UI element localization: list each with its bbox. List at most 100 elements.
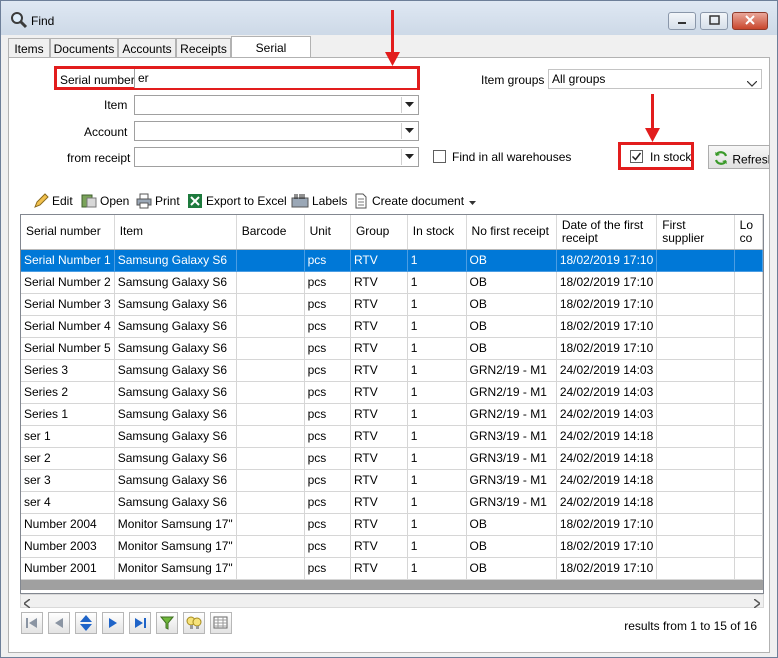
item-groups-select[interactable]: All groups [548,69,762,89]
document-icon [355,193,367,209]
table-cell: 18/02/2019 17:10 [556,557,658,580]
column-header[interactable]: In stock [407,215,467,250]
excel-icon [188,194,202,208]
filter-button[interactable] [156,612,178,634]
scroll-right-icon[interactable] [753,597,762,611]
table-cell: 1 [407,337,467,360]
edit-button[interactable]: Edit [33,192,73,210]
previous-record-button[interactable] [48,612,70,634]
table-row[interactable]: Number 2003 Monitor Samsung 17" pcs RTV 1 OB 1… [21,535,763,558]
column-header[interactable]: Barcode [236,215,305,250]
column-settings-button[interactable] [210,612,232,634]
column-header[interactable]: Lo co [734,215,763,250]
options-button[interactable] [183,612,205,634]
move-records-button[interactable] [75,612,97,634]
column-header[interactable]: Date of the first receipt [556,215,658,250]
table-cell: ser 2 [21,447,115,470]
table-cell [734,315,763,338]
chevron-down-icon[interactable] [401,123,417,139]
table-row[interactable]: Serial Number 2 Samsung Galaxy S6 pcs RTV 1 O… [21,271,763,294]
table-row[interactable]: ser 2 Samsung Galaxy S6 pcs RTV 1 GRN3/19 - M… [21,447,763,470]
table-row[interactable]: Serial Number 3 Samsung Galaxy S6 pcs RTV 1 O… [21,293,763,316]
table-row[interactable]: Series 1 Samsung Galaxy S6 pcs RTV 1 GRN2/19 … [21,403,763,426]
table-cell: OB [466,315,557,338]
table-cell [734,469,763,492]
table-cell: Monitor Samsung 17" [114,513,237,536]
table-cell: 1 [407,425,467,448]
column-header[interactable]: No first receipt [466,215,557,250]
table-cell [734,447,763,470]
table-cell [734,271,763,294]
table-row[interactable]: ser 1 Samsung Galaxy S6 pcs RTV 1 GRN3/19 - M… [21,425,763,448]
export-excel-button[interactable]: Export to Excel [187,192,287,210]
table-cell: RTV [350,425,408,448]
horizontal-scrollbar[interactable] [20,594,764,611]
tab-documents[interactable]: Documents [50,38,118,57]
table-cell: RTV [350,359,408,382]
tab-accounts[interactable]: Accounts [118,38,176,57]
table-cell: 24/02/2019 14:18 [556,491,658,514]
table-cell: Samsung Galaxy S6 [114,359,237,382]
first-record-button[interactable] [21,612,43,634]
column-header[interactable]: Unit [304,215,351,250]
receipt-combobox[interactable] [134,147,419,167]
table-row[interactable]: Serial Number 1 Samsung Galaxy S6 pcs RTV 1 O… [21,249,763,272]
minimize-icon [677,14,687,28]
tab-receipts[interactable]: Receipts [176,38,231,57]
barcode-printer-icon [291,194,309,208]
empty-cell [466,579,557,590]
print-button[interactable]: Print [136,192,180,210]
column-header[interactable]: Item [114,215,237,250]
table-cell: RTV [350,535,408,558]
serial-number-input[interactable]: er [134,69,417,88]
minimize-button[interactable] [668,12,696,30]
table-cell [236,315,305,338]
labels-button[interactable]: Labels [291,192,347,210]
table-cell: Monitor Samsung 17" [114,535,237,558]
in-stock-checkbox[interactable] [630,150,643,163]
find-all-warehouses-checkbox[interactable] [433,150,446,163]
open-button[interactable]: Open [81,192,129,210]
find-window: Find Items Documents Accounts Receipts S… [0,0,778,658]
table-cell: pcs [304,315,351,338]
table-row[interactable]: ser 3 Samsung Galaxy S6 pcs RTV 1 GRN3/19 - M… [21,469,763,492]
results-grid[interactable]: Serial number Item Barcode Unit Group In stoc… [20,214,764,594]
column-header[interactable]: Group [350,215,408,250]
table-row[interactable]: Serial Number 5 Samsung Galaxy S6 pcs RTV 1 O… [21,337,763,360]
table-cell: Monitor Samsung 17" [114,557,237,580]
maximize-button[interactable] [700,12,728,30]
table-row[interactable]: Number 2004 Monitor Samsung 17" pcs RTV 1 OB 1… [21,513,763,536]
account-combobox[interactable] [134,121,419,141]
table-cell [656,425,735,448]
next-record-button[interactable] [102,612,124,634]
table-row[interactable]: Number 2001 Monitor Samsung 17" pcs RTV 1 OB 1… [21,557,763,580]
table-cell: GRN2/19 - M1 [466,359,557,382]
chevron-down-icon[interactable] [401,97,417,113]
scroll-left-icon[interactable] [22,597,31,611]
table-cell [656,293,735,316]
table-cell [656,271,735,294]
table-row[interactable]: Series 2 Samsung Galaxy S6 pcs RTV 1 GRN2/19 … [21,381,763,404]
first-record-icon [26,618,37,628]
refresh-button[interactable]: Refresh [708,145,770,169]
table-cell: OB [466,293,557,316]
table-cell: 1 [407,249,467,272]
title-bar[interactable]: Find [1,1,777,35]
table-cell [734,513,763,536]
close-button[interactable] [732,12,768,30]
item-combobox[interactable] [134,95,419,115]
column-header[interactable]: First supplier [656,215,735,250]
tab-items[interactable]: Items [8,38,50,57]
tab-serial-numbers[interactable]: Serial numbers [231,36,311,69]
column-header[interactable]: Serial number [21,215,115,250]
table-row[interactable]: ser 4 Samsung Galaxy S6 pcs RTV 1 GRN3/19 - M… [21,491,763,514]
table-row[interactable]: Series 3 Samsung Galaxy S6 pcs RTV 1 GRN2/19 … [21,359,763,382]
table-cell [236,513,305,536]
chevron-down-icon[interactable] [401,149,417,165]
table-row[interactable]: Serial Number 4 Samsung Galaxy S6 pcs RTV 1 O… [21,315,763,338]
create-document-button[interactable]: Create document [353,192,479,210]
filter-icon [160,616,174,630]
last-record-button[interactable] [129,612,151,634]
table-cell [656,447,735,470]
table-cell: pcs [304,403,351,426]
